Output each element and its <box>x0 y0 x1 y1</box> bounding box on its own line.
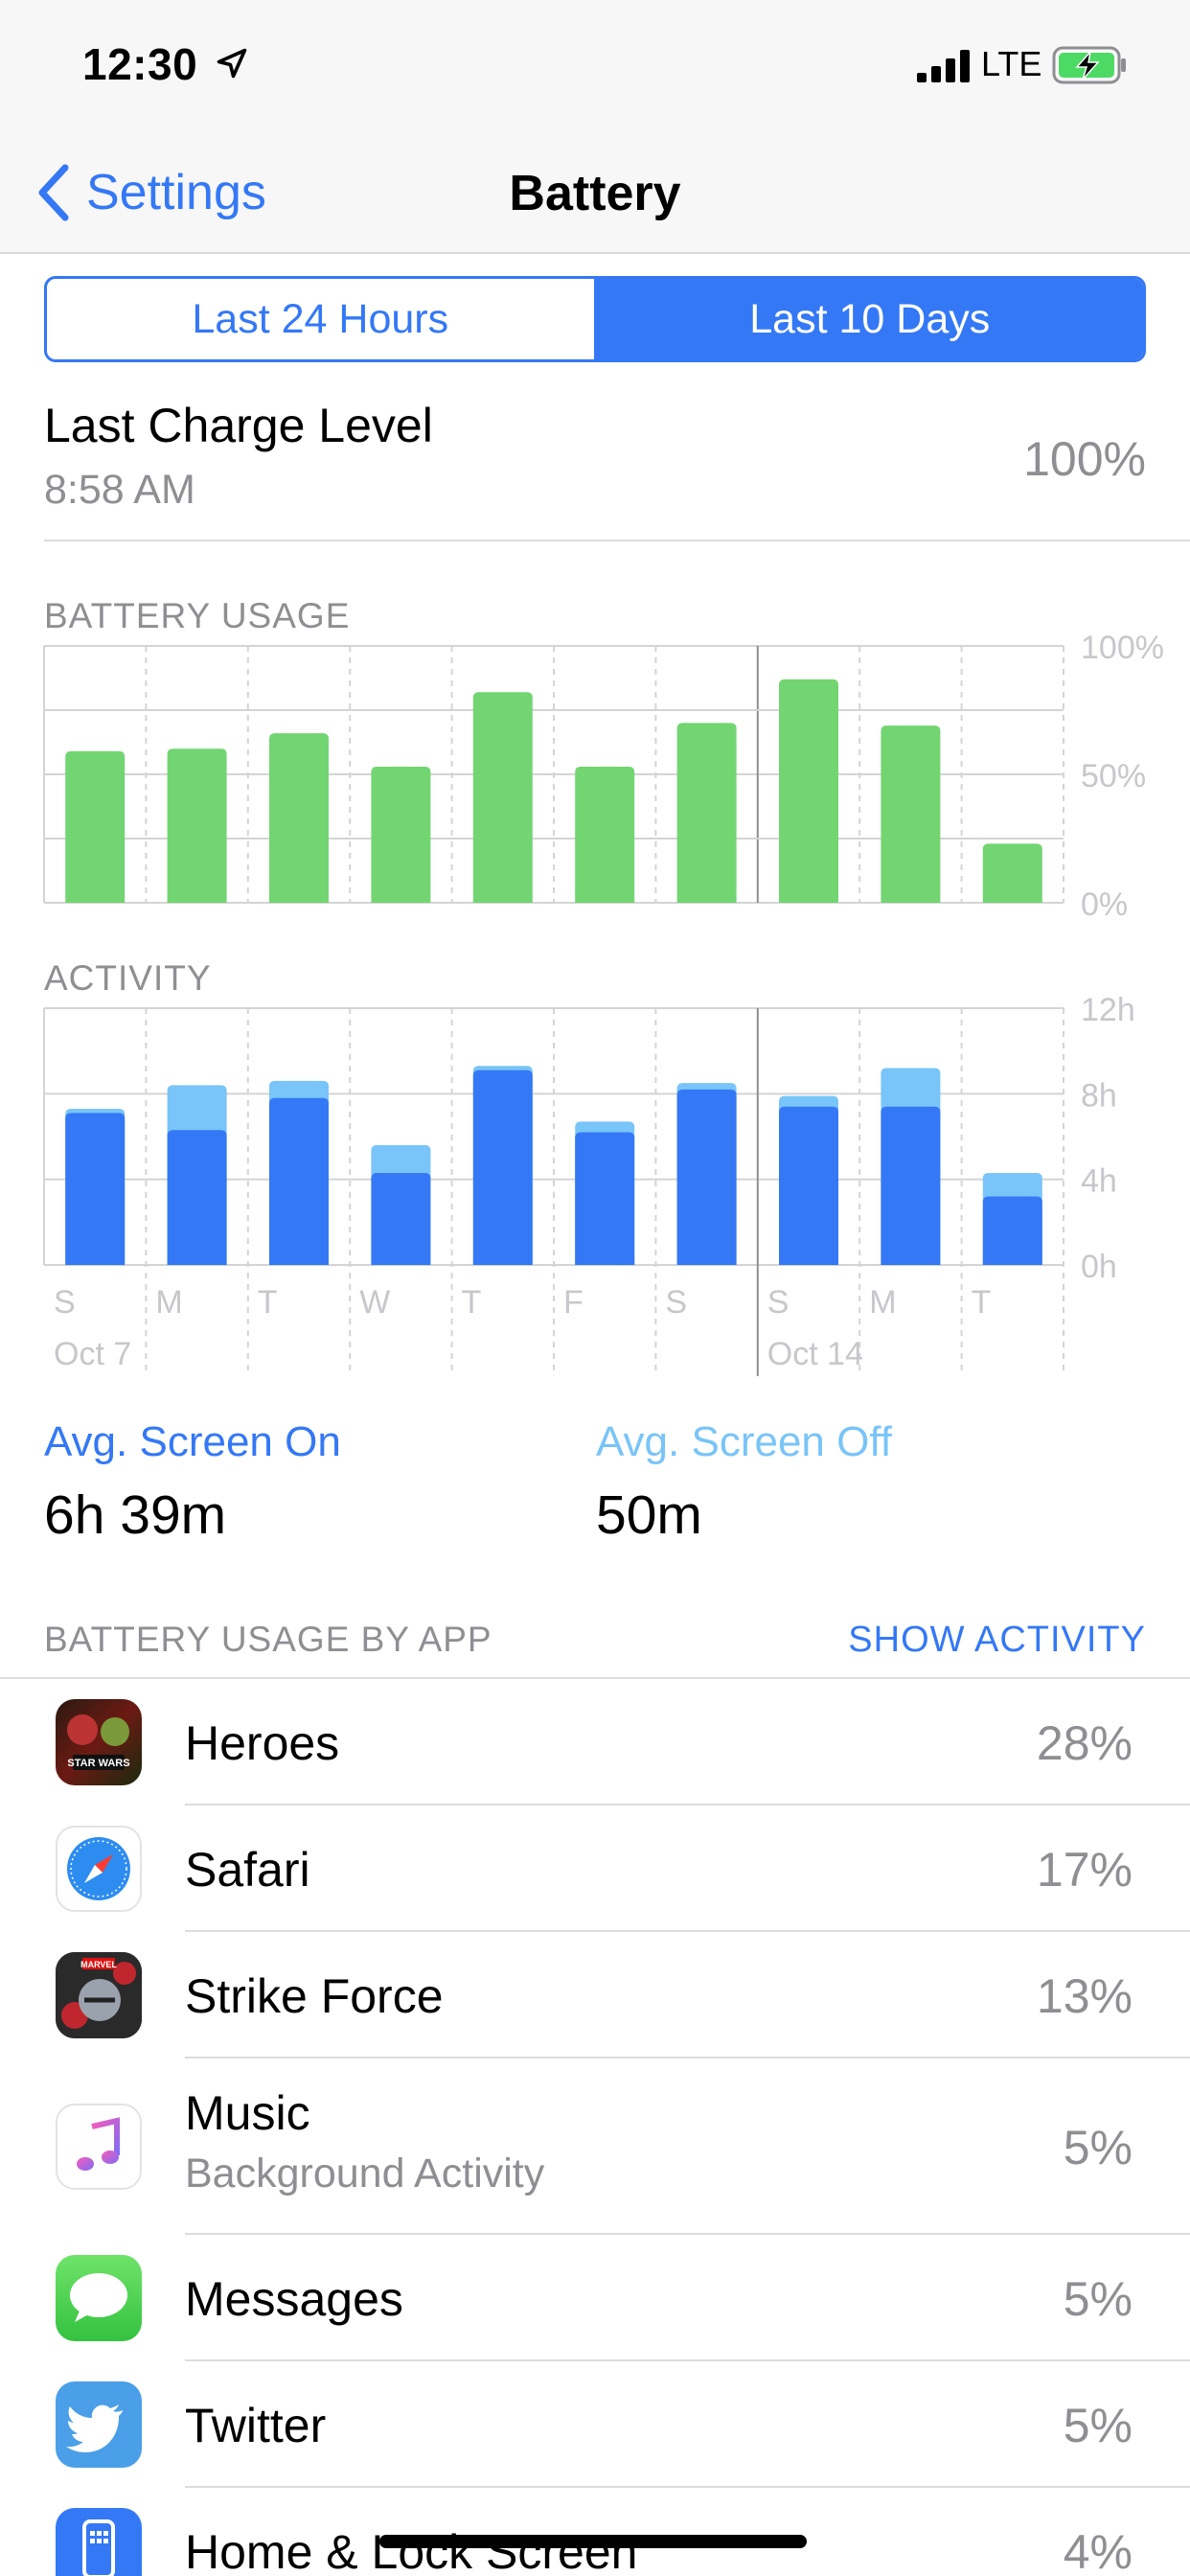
app-name: Messages <box>185 2272 403 2326</box>
svg-text:STAR WARS: STAR WARS <box>67 1758 129 1769</box>
svg-text:MARVEL: MARVEL <box>80 1960 117 1969</box>
screen-on-bar <box>472 1070 533 1265</box>
y-tick-label: 50% <box>1081 758 1146 794</box>
usage-bar <box>269 733 329 903</box>
avg-screen-off-value: 50m <box>596 1484 702 1546</box>
phone-home-icon <box>56 2508 142 2576</box>
safari-compass-icon <box>56 1826 142 1912</box>
screen-on-bar <box>575 1132 635 1265</box>
marvel-strike-force-icon: MARVEL <box>56 1952 142 2038</box>
x-tick-label: S <box>767 1284 790 1321</box>
usage-bar <box>676 723 737 903</box>
x-tick-label: T <box>972 1284 992 1321</box>
music-note-icon <box>56 2104 142 2190</box>
screen-on-bar <box>371 1172 431 1265</box>
usage-bar <box>982 843 1042 903</box>
date-label: Oct 7 <box>54 1336 131 1372</box>
app-percent: 17% <box>1036 1843 1133 1897</box>
app-row-messages[interactable]: Messages 5% <box>0 2235 1190 2361</box>
y-tick-label: 4h <box>1081 1163 1117 1200</box>
app-percent: 5% <box>1063 2272 1133 2326</box>
x-tick-label: M <box>155 1284 182 1321</box>
usage-bar <box>575 766 635 903</box>
y-tick-label: 100% <box>1081 630 1164 666</box>
app-percent: 4% <box>1063 2525 1133 2576</box>
y-tick-label: 0% <box>1081 886 1128 923</box>
app-percent: 5% <box>1063 2399 1133 2452</box>
app-name: Twitter <box>185 2399 327 2452</box>
app-row-safari[interactable]: Safari 17% <box>0 1806 1190 1932</box>
twitter-bird-icon <box>56 2381 142 2468</box>
screen-on-bar <box>881 1106 941 1265</box>
x-tick-label: F <box>563 1284 584 1321</box>
x-tick-label: T <box>258 1284 278 1321</box>
avg-screen-off: Avg. Screen Off 50m <box>596 1418 892 1547</box>
x-tick-label: S <box>665 1284 687 1321</box>
y-tick-label: 8h <box>1081 1077 1117 1114</box>
app-percent: 28% <box>1036 1716 1133 1770</box>
screen-on-bar <box>65 1113 126 1265</box>
app-usage-section-label: BATTERY USAGE BY APP <box>44 1620 492 1659</box>
app-name: Strike Force <box>185 1969 444 2023</box>
x-tick-label: W <box>359 1284 390 1321</box>
screen-on-bar <box>982 1196 1042 1265</box>
date-label: Oct 14 <box>767 1336 863 1372</box>
usage-bar <box>167 748 227 903</box>
avg-screen-on-label: Avg. Screen On <box>44 1418 341 1465</box>
home-indicator[interactable] <box>379 2535 807 2548</box>
x-tick-label: S <box>54 1284 76 1321</box>
usage-bar <box>472 692 533 903</box>
y-tick-label: 12h <box>1081 992 1135 1028</box>
app-name: Music <box>185 2086 310 2140</box>
usage-bar <box>65 750 126 903</box>
screen-on-bar <box>167 1130 227 1265</box>
app-row-music[interactable]: Music Background Activity 5% <box>0 2058 1190 2235</box>
screen-on-bar <box>676 1089 737 1265</box>
app-name: Heroes <box>185 1716 340 1770</box>
app-row-strike-force[interactable]: MARVEL Strike Force 13% <box>0 1932 1190 2058</box>
y-tick-label: 0h <box>1081 1249 1117 1285</box>
avg-screen-on-value: 6h 39m <box>44 1484 227 1546</box>
show-activity-button[interactable]: SHOW ACTIVITY <box>848 1620 1146 1661</box>
screen-on-bar <box>779 1106 838 1265</box>
avg-screen-on: Avg. Screen On 6h 39m <box>44 1418 341 1547</box>
usage-bar <box>371 766 431 903</box>
app-row-twitter[interactable]: Twitter 5% <box>0 2361 1190 2488</box>
usage-bar <box>779 678 838 903</box>
app-percent: 5% <box>1063 2121 1133 2174</box>
star-wars-heroes-icon: STAR WARS <box>56 1699 142 1785</box>
app-row-home-lock-screen[interactable]: Home & Lock Screen 4% <box>0 2488 1190 2576</box>
battery-charts: 100% 50% 0% 12h 8h 4h 0h S M T W T F S S M T Oct 7 Oct 14 <box>43 630 1164 1376</box>
app-percent: 13% <box>1036 1969 1133 2023</box>
x-tick-label: T <box>462 1284 482 1321</box>
app-usage-header: BATTERY USAGE BY APP SHOW ACTIVITY <box>44 1620 1146 1668</box>
app-row-heroes[interactable]: STAR WARS Heroes 28% <box>0 1679 1190 1806</box>
app-name: Safari <box>185 1843 310 1897</box>
screen-on-bar <box>269 1097 329 1265</box>
app-subtitle: Background Activity <box>185 2150 545 2196</box>
x-tick-label: M <box>869 1284 896 1321</box>
app-name: Home & Lock Screen <box>185 2525 638 2576</box>
avg-screen-off-label: Avg. Screen Off <box>596 1418 892 1465</box>
messages-bubble-icon <box>56 2255 142 2341</box>
usage-bar <box>881 725 941 903</box>
